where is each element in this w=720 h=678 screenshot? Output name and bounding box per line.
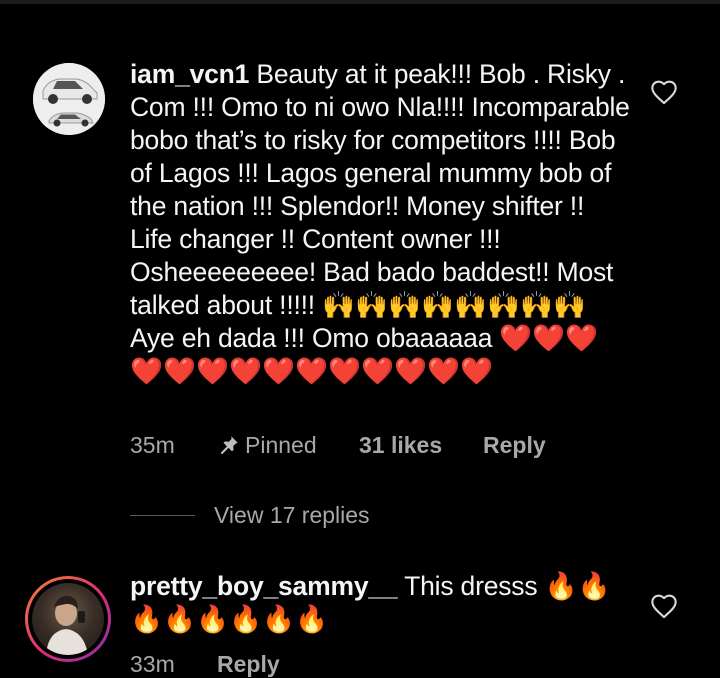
profile-photo-avatar-icon xyxy=(32,583,104,655)
view-replies-label: View 17 replies xyxy=(214,502,370,528)
story-ring-gap xyxy=(28,579,108,659)
comment-text: iam_vcn1 Beauty at it peak!!! Bob . Risk… xyxy=(130,58,630,388)
reply-button[interactable]: Reply xyxy=(483,432,546,459)
avatar[interactable] xyxy=(25,576,111,662)
comment-body-continued: Aye eh dada !!! Omo obaaaaaa xyxy=(130,323,500,353)
avatar[interactable] xyxy=(33,63,105,135)
heart-outline-icon[interactable] xyxy=(650,79,678,105)
comment-username[interactable]: pretty_boy_sammy__ xyxy=(130,571,398,601)
pinned-label: Pinned xyxy=(245,432,317,458)
like-count[interactable]: 31 likes xyxy=(359,432,442,459)
comment-username[interactable]: iam_vcn1 xyxy=(130,59,249,89)
view-replies-button[interactable]: View 17 replies xyxy=(130,500,530,534)
car-avatar-icon xyxy=(33,63,105,135)
comment-text: pretty_boy_sammy__ This dresss 🔥🔥🔥🔥🔥🔥🔥🔥 xyxy=(130,570,630,636)
comment-body: This dresss xyxy=(397,571,545,601)
pin-icon xyxy=(221,436,238,454)
raising-hands-emoji: 🙌🙌🙌🙌🙌🙌🙌🙌 xyxy=(322,290,587,320)
reply-button[interactable]: Reply xyxy=(217,651,280,678)
comment-time: 35m xyxy=(130,432,175,458)
heart-outline-icon[interactable] xyxy=(650,593,678,619)
comment-body: Beauty at it peak!!! Bob . Risky . Com !… xyxy=(130,59,630,320)
replies-divider xyxy=(130,515,195,516)
top-divider xyxy=(0,0,720,4)
comment-time: 33m xyxy=(130,651,175,677)
